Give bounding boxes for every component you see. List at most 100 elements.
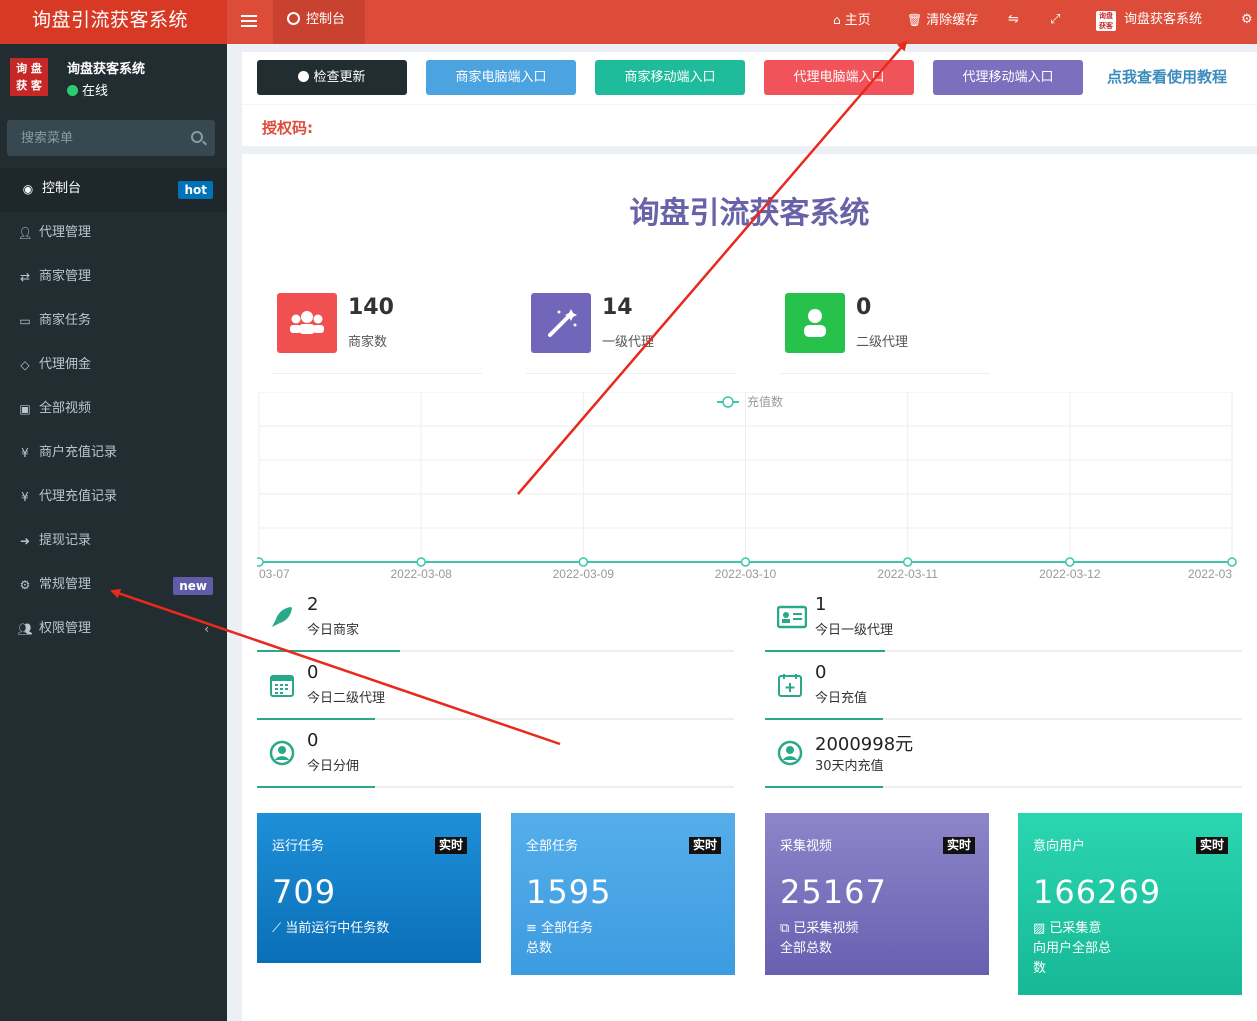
nav-user-menu[interactable]: 询盘 获客 询盘获客系统 bbox=[1096, 0, 1202, 40]
merchant-mobile-button[interactable]: 商家移动端入口 bbox=[595, 60, 745, 95]
divider bbox=[257, 718, 375, 720]
settings-icon[interactable]: ⚙ bbox=[1241, 0, 1253, 40]
sidebar-item-label: 商家任务 bbox=[39, 313, 92, 328]
sidebar-item-label: 常规管理 bbox=[39, 577, 92, 592]
check-update-label: 检查更新 bbox=[313, 70, 366, 85]
user-panel: 询 盘获 客 询盘获客系统 在线 bbox=[0, 44, 227, 114]
user-name: 询盘获客系统 bbox=[67, 62, 146, 77]
x-tick-label: 2022-03-12 bbox=[1039, 567, 1101, 581]
daily-merchants: 2 今日商家 bbox=[257, 592, 734, 652]
sign-in-icon: ➜ bbox=[19, 534, 31, 548]
yen-icon: ¥ bbox=[21, 490, 29, 504]
translate-icon[interactable]: ⇋ bbox=[1008, 0, 1019, 40]
sidebar: 询 盘获 客 询盘获客系统 在线 ◉ 控制台 hot 👤︎ 代理管理 ⇄ 商家管… bbox=[0, 44, 227, 1021]
user-circle-icon bbox=[777, 740, 803, 766]
app-logo-title[interactable]: 询盘引流获客系统 bbox=[0, 0, 227, 44]
card-title: 采集视频 bbox=[780, 839, 833, 854]
tutorial-link[interactable]: 点我查看使用教程 bbox=[1107, 66, 1227, 87]
card-title: 全部任务 bbox=[526, 839, 579, 854]
nav-clear-cache-link[interactable]: 🗑︎ 清除缓存 bbox=[907, 0, 978, 40]
data-point bbox=[740, 557, 751, 567]
fullscreen-icon[interactable]: ⤢ bbox=[1050, 0, 1060, 40]
cogs-icon: ⚙ bbox=[19, 578, 31, 592]
sidebar-item-merchant-management[interactable]: ⇄ 商家管理 bbox=[0, 256, 227, 300]
daily-commission: 0 今日分佣 bbox=[257, 728, 734, 788]
daily-label: 今日一级代理 bbox=[815, 623, 894, 638]
page-title: 询盘引流获客系统 bbox=[629, 196, 870, 231]
nav-home-link[interactable]: ⌂ 主页 bbox=[833, 0, 871, 40]
card-collected-videos: 采集视频 实时 25167 ⧉ 已采集视频全部总数 bbox=[765, 813, 989, 975]
toolbar: 检查更新 商家电脑端入口 商家移动端入口 代理电脑端入口 代理移动端入口 点我查… bbox=[242, 52, 1257, 104]
sidebar-toggle-icon[interactable] bbox=[241, 12, 257, 30]
auth-code-label: 授权码: bbox=[262, 119, 313, 137]
top-navbar: 控制台 ⌂ 主页 🗑︎ 清除缓存 ⇋ ⤢ 询盘 获客 询盘获客系统 ⚙ bbox=[227, 0, 1257, 44]
card-description-text: 当前运行中任务数 bbox=[285, 921, 390, 936]
daily-label: 30天内充值 bbox=[815, 759, 884, 774]
handshake-icon: ⇄ bbox=[19, 270, 31, 284]
magic-icon: ⟋ bbox=[272, 921, 286, 936]
card-number: 25167 bbox=[780, 873, 887, 911]
sidebar-item-merchant-tasks[interactable]: ▭ 商家任务 bbox=[0, 300, 227, 344]
user-circle-icon bbox=[269, 740, 295, 766]
daily-value: 2 bbox=[307, 594, 319, 615]
merchant-pc-button[interactable]: 商家电脑端入口 bbox=[426, 60, 576, 95]
sidebar-item-agent-recharge[interactable]: ¥ 代理充值记录 bbox=[0, 476, 227, 520]
sidebar-item-agent-management[interactable]: 👤︎ 代理管理 bbox=[0, 212, 227, 256]
sidebar-item-dashboard[interactable]: ◉ 控制台 hot bbox=[0, 168, 227, 212]
card-title: 意向用户 bbox=[1033, 839, 1086, 854]
agent-pc-button[interactable]: 代理电脑端入口 bbox=[764, 60, 914, 95]
avatar: 询 盘获 客 bbox=[10, 58, 48, 96]
stat-level2-agents: 0 二级代理 bbox=[780, 289, 990, 374]
daily-level1-agents: 1 今日一级代理 bbox=[765, 592, 1242, 652]
card-description: ⧉ 已采集视频全部总数 bbox=[780, 919, 860, 959]
sidebar-item-permissions[interactable]: 👥︎ 权限管理 ‹ bbox=[0, 608, 227, 652]
card-description: ▨ 已采集意向用户全部总数 bbox=[1033, 919, 1113, 979]
daily-value: 0 bbox=[307, 730, 319, 751]
search-icon[interactable] bbox=[191, 131, 203, 143]
divider bbox=[257, 786, 375, 788]
dashboard-panel: 询盘引流获客系统 140 商家数 14 一级代理 0 二级代理 03-07 202… bbox=[242, 154, 1257, 1021]
realtime-badge: 实时 bbox=[688, 837, 721, 854]
monthly-recharge: 2000998元 30天内充值 bbox=[765, 728, 1242, 788]
realtime-badge: 实时 bbox=[1195, 837, 1228, 854]
card-running-tasks: 运行任务 实时 709 ⟋ 当前运行中任务数 bbox=[257, 813, 481, 963]
sidebar-item-label: 商户充值记录 bbox=[39, 445, 118, 460]
stat-label: 一级代理 bbox=[602, 335, 655, 350]
sidebar-item-withdraw-records[interactable]: ➜ 提现记录 bbox=[0, 520, 227, 564]
sidebar-item-agent-commission[interactable]: ◇ 代理佣金 bbox=[0, 344, 227, 388]
sidebar-item-all-videos[interactable]: ▣ 全部视频 bbox=[0, 388, 227, 432]
database-icon: ≡ bbox=[526, 921, 542, 936]
chevron-left-icon: ‹ bbox=[204, 622, 209, 636]
brand-logo-icon: 询盘 获客 bbox=[1096, 11, 1116, 31]
daily-value: 1 bbox=[815, 594, 827, 615]
recharge-line-chart: 03-07 2022-03-08 2022-03-09 2022-03-10 2022-… bbox=[254, 391, 1242, 587]
card-description: ≡ 全部任务总数 bbox=[526, 919, 606, 959]
daily-value: 2000998元 bbox=[815, 734, 914, 755]
user-status-label: 在线 bbox=[82, 84, 109, 99]
sidebar-item-label: 代理管理 bbox=[39, 225, 92, 240]
data-point bbox=[1227, 557, 1237, 567]
nav-clear-cache-label: 清除缓存 bbox=[926, 13, 979, 28]
sidebar-menu: ◉ 控制台 hot 👤︎ 代理管理 ⇄ 商家管理 ▭ 商家任务 ◇ 代理佣金 ▣ bbox=[0, 168, 227, 652]
chart-svg: 03-07 2022-03-08 2022-03-09 2022-03-10 2022-… bbox=[254, 391, 1237, 581]
tab-dashboard[interactable]: 控制台 bbox=[273, 0, 365, 44]
auth-code-bar: 授权码: bbox=[242, 104, 1257, 146]
online-dot-icon bbox=[67, 85, 78, 96]
sidebar-item-merchant-recharge[interactable]: ¥ 商户充值记录 bbox=[0, 432, 227, 476]
divider bbox=[257, 650, 400, 652]
sidebar-item-general-management[interactable]: ⚙ 常规管理 new bbox=[0, 564, 227, 608]
card-number: 1595 bbox=[526, 873, 612, 911]
sidebar-item-label: 商家管理 bbox=[39, 269, 92, 284]
agent-mobile-button[interactable]: 代理移动端入口 bbox=[933, 60, 1083, 95]
magic-wand-icon bbox=[531, 293, 591, 353]
home-icon: ⌂ bbox=[833, 13, 841, 27]
dashboard-icon bbox=[287, 12, 300, 25]
yen-icon: ¥ bbox=[21, 446, 29, 460]
search-input[interactable] bbox=[7, 120, 177, 156]
file-video-icon: ▣ bbox=[19, 402, 31, 416]
check-update-button[interactable]: 检查更新 bbox=[257, 60, 407, 95]
download-icon bbox=[298, 71, 310, 82]
calendar-icon bbox=[269, 672, 295, 698]
stat-merchants: 140 商家数 bbox=[272, 289, 482, 374]
users-icon: 👥︎ bbox=[17, 622, 33, 636]
